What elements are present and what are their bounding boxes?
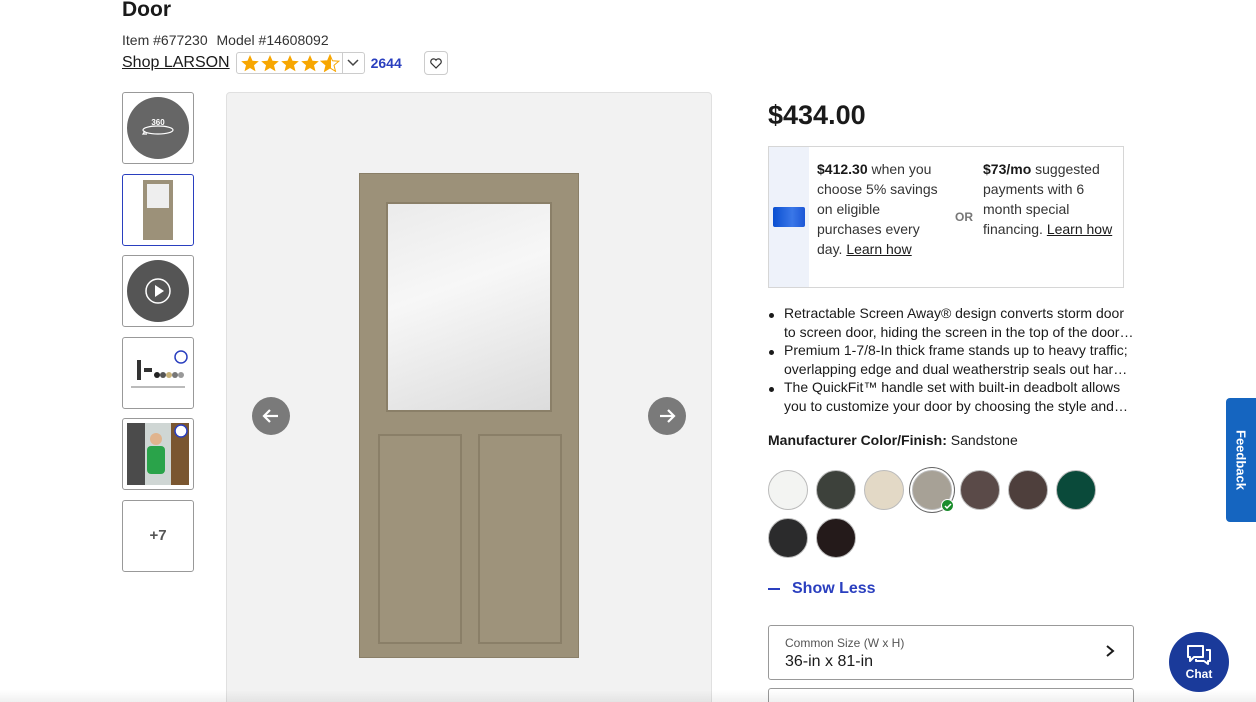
promo-financing-text: $73/mo suggested payments with 6 month s… xyxy=(983,159,1121,287)
color-swatch[interactable] xyxy=(1056,470,1096,510)
color-finish-heading: Manufacturer Color/Finish: xyxy=(768,432,947,448)
color-finish-label: Manufacturer Color/Finish: Sandstone xyxy=(768,432,1018,448)
shop-rating-row: Shop LARSON 2644 xyxy=(122,51,448,75)
show-less-label: Show Less xyxy=(792,580,876,597)
color-swatch[interactable] xyxy=(912,470,954,512)
color-finish-value: Sandstone xyxy=(950,432,1018,448)
star-full-icon xyxy=(240,55,259,72)
arrow-left-icon xyxy=(262,409,278,423)
video-thumbnail xyxy=(127,260,189,322)
color-swatch[interactable] xyxy=(864,470,904,510)
promo-savings-amount: $412.30 xyxy=(817,161,868,177)
color-swatch[interactable] xyxy=(768,470,808,510)
hardware-image xyxy=(131,349,188,388)
play-icon xyxy=(145,278,171,304)
promo-financing-amount: $73/mo xyxy=(983,161,1032,177)
star-full-icon xyxy=(300,55,319,72)
rating-stars[interactable] xyxy=(235,52,365,74)
color-swatches xyxy=(768,470,1108,566)
thumb-more[interactable]: +7 xyxy=(122,499,194,572)
size-value: 36-in x 81-in xyxy=(785,653,874,670)
color-swatch[interactable] xyxy=(1008,470,1048,510)
thumb-360-view[interactable]: 360 xyxy=(122,92,194,164)
lifestyle-image xyxy=(127,423,189,485)
arrow-right-icon xyxy=(660,409,676,423)
item-number: Item #677230 xyxy=(122,32,208,48)
door-panel-left xyxy=(378,434,462,644)
feedback-tab[interactable]: Feedback xyxy=(1226,398,1256,522)
chat-label: Chat xyxy=(1185,666,1213,681)
chat-icon xyxy=(1187,644,1211,665)
selected-check-icon xyxy=(941,499,954,512)
chevron-down-icon xyxy=(347,59,359,67)
financing-promo: $412.30 when you choose 5% savings on el… xyxy=(768,146,1124,288)
more-images-label: +7 xyxy=(149,527,167,544)
thumbnail-list: 360 +7 xyxy=(122,92,194,581)
feature-item: Premium 1-7/8-In thick frame stands up t… xyxy=(768,341,1136,379)
thumb-video[interactable] xyxy=(122,255,194,327)
star-full-icon xyxy=(260,55,279,72)
color-swatch[interactable] xyxy=(816,518,856,558)
door-image xyxy=(359,173,579,658)
thumb-hardware[interactable] xyxy=(122,336,194,409)
color-swatch[interactable] xyxy=(960,470,1000,510)
thumb-door-front[interactable] xyxy=(122,173,194,246)
door-glass xyxy=(386,202,552,412)
minus-icon xyxy=(768,588,780,590)
product-meta: Item #677230 Model #14608092 xyxy=(122,32,329,48)
rating-dropdown[interactable] xyxy=(341,53,364,73)
product-price: $434.00 xyxy=(768,100,866,130)
favorite-button[interactable] xyxy=(423,51,448,75)
promo-or-divider: OR xyxy=(955,210,973,224)
prev-image-button[interactable] xyxy=(252,397,290,435)
size-label: Common Size (W x H) xyxy=(785,636,905,650)
star-full-icon xyxy=(280,55,299,72)
main-product-image xyxy=(226,92,712,702)
feature-item: Retractable Screen Away® design converts… xyxy=(768,304,1136,342)
size-selector[interactable]: Common Size (W x H) 36-in x 81-in xyxy=(768,625,1134,680)
color-swatch[interactable] xyxy=(768,518,808,558)
door-thumbnail xyxy=(143,179,173,240)
promo-savings-learn-link[interactable]: Learn how xyxy=(846,241,911,257)
next-image-button[interactable] xyxy=(648,397,686,435)
product-title: Door xyxy=(122,0,171,21)
shop-brand-link[interactable]: Shop LARSON xyxy=(122,54,230,72)
feature-list: Retractable Screen Away® design converts… xyxy=(768,304,1136,415)
color-swatch[interactable] xyxy=(816,470,856,510)
star-half-icon xyxy=(319,54,340,72)
promo-savings-text: $412.30 when you choose 5% savings on el… xyxy=(817,159,945,287)
feedback-label: Feedback xyxy=(1233,430,1249,490)
thumb-lifestyle[interactable] xyxy=(122,418,194,490)
promo-financing-learn-link[interactable]: Learn how xyxy=(1047,221,1112,237)
chevron-right-icon xyxy=(1106,645,1115,657)
heart-icon xyxy=(429,57,442,69)
credit-card-icon xyxy=(769,147,809,287)
rotate-360-icon: 360 xyxy=(127,97,189,159)
show-less-button[interactable]: Show Less xyxy=(768,580,876,598)
door-panel-right xyxy=(478,434,562,644)
feature-item: The QuickFit™ handle set with built-in d… xyxy=(768,378,1136,416)
bottom-shadow xyxy=(0,690,1256,702)
chat-button[interactable]: Chat xyxy=(1169,632,1229,692)
review-count-link[interactable]: 2644 xyxy=(371,55,402,71)
model-number: Model #14608092 xyxy=(216,32,329,48)
